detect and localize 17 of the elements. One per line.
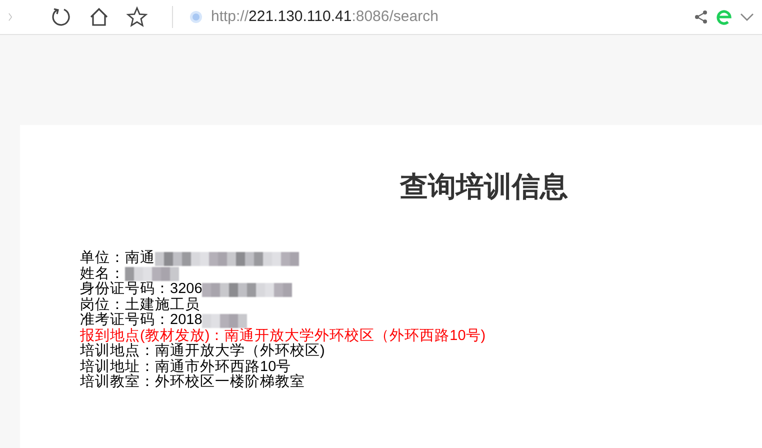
info-line: 姓名： [80,266,125,282]
info-line: 单位：南通 [80,251,155,266]
reload-icon[interactable] [50,6,72,28]
info-line: 培训地址：南通市外环西路10号 [80,360,292,374]
page-title: 查询培训信息 [398,170,569,204]
chevron-down-icon[interactable] [740,12,754,22]
home-icon[interactable] [88,6,110,28]
info-line: 身份证号码：3206 [80,282,202,297]
globe-icon [189,10,203,24]
star-icon[interactable] [126,6,148,28]
info-line: 报到地点(教材发放)：南通开放大学外环校区（外环西路10号) [80,328,486,344]
info-line: 培训地点：南通开放大学（外环校区) [80,344,325,359]
info-line: 培训教室：外环校区一楼阶梯教室 [80,375,305,390]
info-line: 准考证号码：2018 [80,313,202,328]
info-line: 岗位：土建施工员 [80,298,200,312]
share-icon[interactable] [694,10,708,24]
url-field[interactable]: http://221.130.110.41:8086/search [211,6,438,28]
